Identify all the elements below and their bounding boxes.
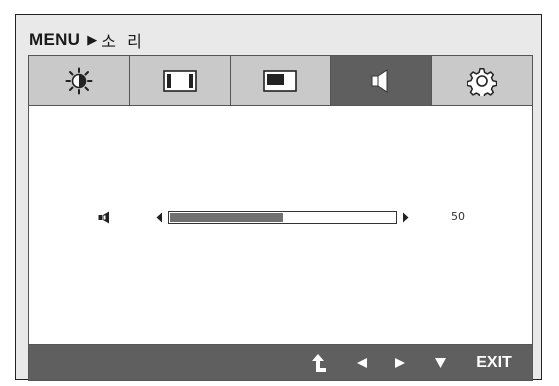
volume-decrease-arrow-icon[interactable] [156,212,163,223]
brightness-sun-icon [65,67,93,94]
tab-brightness[interactable] [29,56,130,105]
bottom-button-bar: EXIT [28,345,533,381]
breadcrumb: MENU ▶ 소 리 [29,29,145,51]
breadcrumb-title: 소 리 [101,32,145,51]
sound-panel: 50 [28,106,533,345]
volume-value: 50 [451,210,465,223]
tab-screen[interactable] [231,56,332,105]
right-button[interactable] [387,345,413,380]
breadcrumb-menu: MENU [29,30,81,49]
volume-increase-arrow-icon[interactable] [402,212,409,223]
down-arrow-icon [434,357,446,368]
breadcrumb-separator: ▶ [87,32,98,47]
picture-frame-icon [162,69,197,92]
volume-slider[interactable] [168,211,397,224]
return-button[interactable] [306,345,332,380]
return-icon [312,353,326,372]
speaker-small-icon [98,211,109,224]
volume-slider-fill [170,213,283,222]
exit-button[interactable]: EXIT [469,345,519,380]
tab-settings[interactable] [432,56,532,105]
screen-corner-icon [263,69,298,92]
left-button[interactable] [349,345,375,380]
speaker-icon [371,68,388,93]
left-arrow-icon [357,357,367,368]
tab-strip [28,55,533,106]
tab-picture[interactable] [130,56,231,105]
right-arrow-icon [395,357,405,368]
gear-icon [467,67,498,96]
osd-window: MENU ▶ 소 리 50 EXIT [15,14,542,381]
down-button[interactable] [427,345,453,380]
tab-sound[interactable] [331,56,433,105]
